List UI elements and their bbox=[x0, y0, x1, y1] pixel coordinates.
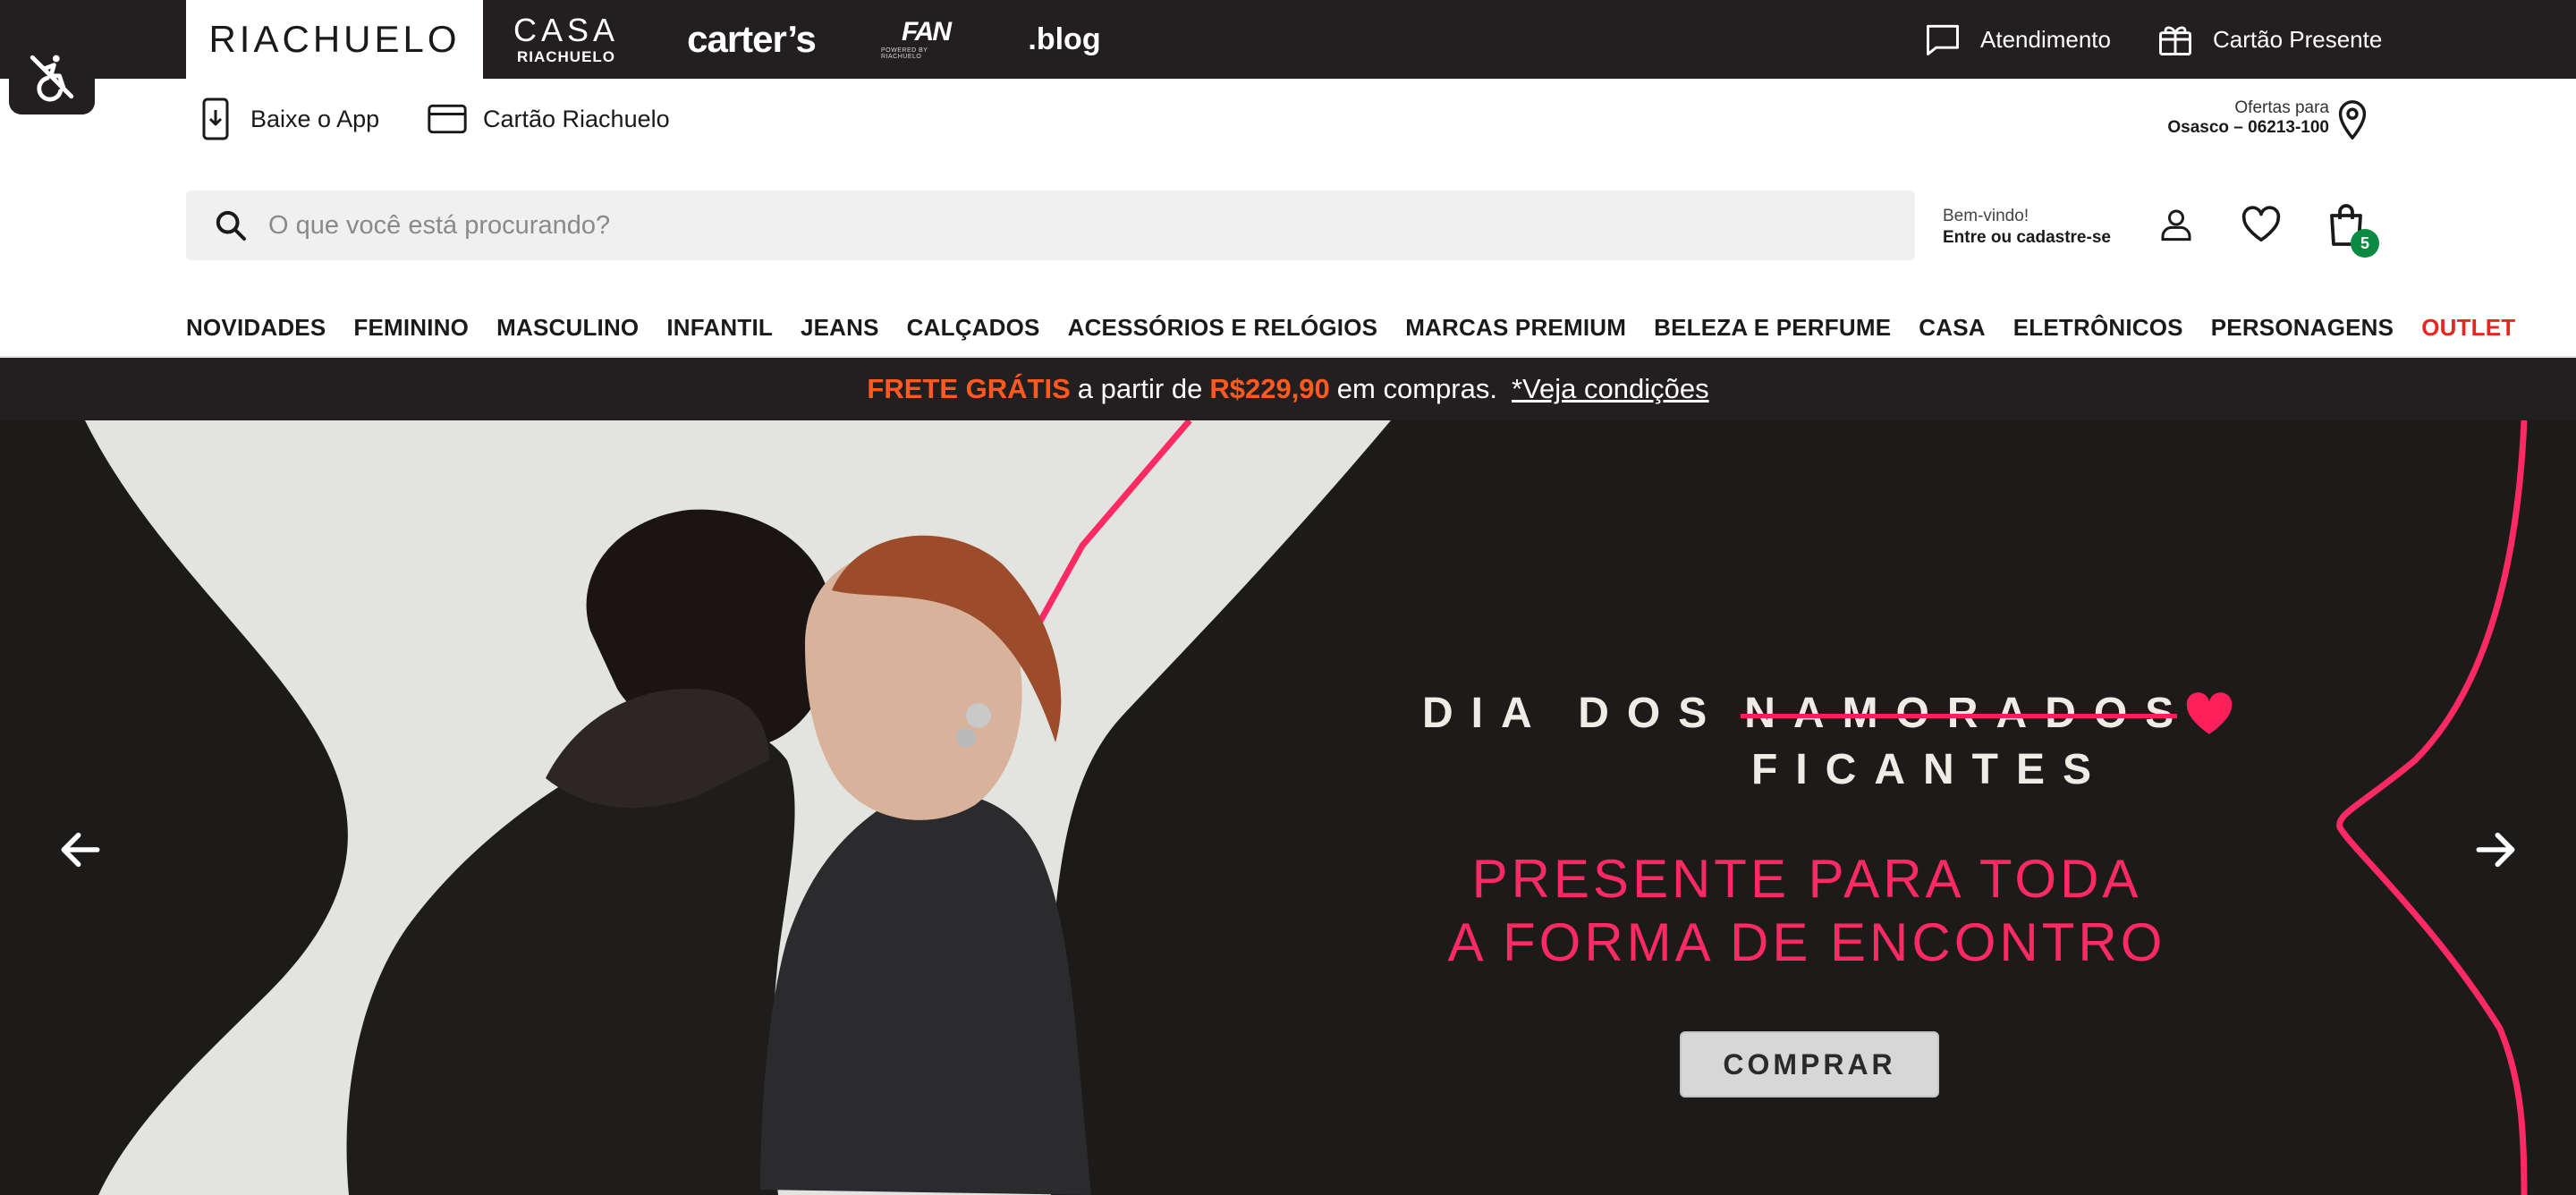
subheadline-line-2: A FORMA DE ENCONTRO bbox=[1447, 911, 2166, 972]
hero-carousel[interactable]: DIA DOS NAMORADOS FICANTES PRESENTE PARA… bbox=[0, 420, 2576, 1195]
brand-tab-blog[interactable]: .blog bbox=[1024, 0, 1105, 79]
free-shipping-from: a partir de bbox=[1077, 373, 1203, 404]
category-nav: NOVIDADES FEMININO MASCULINO INFANTIL JE… bbox=[186, 309, 2515, 345]
carousel-prev-arrow-icon[interactable] bbox=[55, 825, 106, 879]
brand-casa-label: CASA bbox=[513, 12, 620, 48]
brand-tab-fan[interactable]: FAN POWERED BY RIACHUELO bbox=[881, 0, 970, 79]
subheadline-line-1: PRESENTE PARA TODA bbox=[1471, 849, 2142, 909]
nav-item-outlet[interactable]: OUTLET bbox=[2421, 314, 2515, 342]
free-shipping-label: FRETE GRÁTIS bbox=[867, 373, 1071, 404]
hero-artwork bbox=[85, 420, 2528, 1195]
headline-dia-dos: DIA DOS bbox=[1422, 690, 1725, 737]
nav-item-masculino[interactable]: MASCULINO bbox=[496, 314, 639, 342]
credit-card-icon bbox=[428, 104, 467, 134]
nav-item-calcados[interactable]: CALÇADOS bbox=[907, 314, 1040, 342]
heart-icon bbox=[2186, 691, 2233, 734]
search-bar bbox=[186, 191, 1915, 260]
download-app-label: Baixe o App bbox=[250, 105, 380, 132]
bag-count-badge: 5 bbox=[2351, 229, 2379, 258]
brand-casa-sub-label: RIACHUELO bbox=[516, 48, 616, 65]
headline-struck-word: NAMORADOS bbox=[1741, 690, 2192, 737]
brand-tab-carters[interactable]: carter’s bbox=[680, 0, 823, 79]
offers-location: Osasco – 06213-100 bbox=[2167, 117, 2329, 137]
phone-download-icon bbox=[202, 97, 229, 140]
brand-blog-label: .blog bbox=[1028, 21, 1101, 56]
brand-carters-label: carter’s bbox=[687, 18, 817, 60]
nav-item-infantil[interactable]: INFANTIL bbox=[666, 314, 773, 342]
free-shipping-suffix: em compras. bbox=[1336, 373, 1497, 404]
search-icon[interactable] bbox=[213, 208, 249, 243]
login-label: Entre ou cadastre-se bbox=[1943, 227, 2111, 247]
free-shipping-banner: FRETE GRÁTIS a partir de R$229,90 em com… bbox=[0, 358, 2576, 420]
chat-icon bbox=[1927, 24, 1959, 55]
nav-item-personagens[interactable]: PERSONAGENS bbox=[2211, 314, 2394, 342]
nav-item-feminino[interactable]: FEMININO bbox=[353, 314, 469, 342]
gift-card-label: Cartão Presente bbox=[2213, 25, 2383, 53]
brand-fan-label: FAN bbox=[902, 17, 952, 47]
brand-bar: RIACHUELO CASA RIACHUELO carter’s FAN PO… bbox=[0, 0, 2576, 79]
user-icon[interactable] bbox=[2156, 204, 2197, 245]
accessibility-button[interactable] bbox=[9, 39, 95, 114]
nav-item-eletronicos[interactable]: ELETRÔNICOS bbox=[2013, 314, 2183, 342]
headline-ficantes: FICANTES bbox=[1751, 746, 2109, 793]
nav-item-acessorios[interactable]: ACESSÓRIOS E RELÓGIOS bbox=[1068, 314, 1378, 342]
location-selector[interactable]: Ofertas para Osasco – 06213-100 bbox=[2167, 98, 2329, 138]
offers-label: Ofertas para bbox=[2234, 98, 2329, 117]
wishlist-heart-icon[interactable] bbox=[2240, 204, 2283, 245]
brand-riachuelo-label: RIACHUELO bbox=[208, 18, 461, 60]
download-app-link[interactable]: Baixe o App bbox=[199, 97, 379, 141]
accessibility-icon bbox=[30, 55, 74, 102]
conditions-link[interactable]: *Veja condições bbox=[1512, 373, 1709, 405]
carousel-next-arrow-icon[interactable] bbox=[2470, 825, 2521, 879]
welcome-label: Bem-vindo! bbox=[1943, 207, 2029, 225]
riachuelo-card-label: Cartão Riachuelo bbox=[483, 105, 670, 132]
nav-item-novidades[interactable]: NOVIDADES bbox=[186, 314, 326, 342]
gift-icon bbox=[2159, 26, 2191, 55]
gift-card-link[interactable]: Cartão Presente bbox=[2156, 0, 2382, 79]
atendimento-link[interactable]: Atendimento bbox=[1923, 0, 2111, 79]
nav-item-jeans[interactable]: JEANS bbox=[801, 314, 879, 342]
nav-item-beleza[interactable]: BELEZA E PERFUME bbox=[1654, 314, 1891, 342]
brand-tab-riachuelo[interactable]: RIACHUELO bbox=[186, 0, 483, 79]
nav-item-marcas-premium[interactable]: MARCAS PREMIUM bbox=[1405, 314, 1626, 342]
account-login-link[interactable]: Bem-vindo! Entre ou cadastre-se bbox=[1943, 206, 2111, 249]
brand-fan-sub-label: POWERED BY RIACHUELO bbox=[881, 47, 928, 60]
hero-headline: DIA DOS NAMORADOS FICANTES bbox=[1422, 689, 2317, 794]
search-input[interactable] bbox=[268, 210, 1789, 241]
location-pin-icon[interactable] bbox=[2336, 98, 2368, 144]
riachuelo-card-link[interactable]: Cartão Riachuelo bbox=[428, 97, 670, 141]
nav-item-casa[interactable]: CASA bbox=[1919, 314, 1985, 342]
hero-subheadline: PRESENTE PARA TODA A FORMA DE ENCONTRO bbox=[1395, 848, 2218, 975]
free-shipping-value: R$229,90 bbox=[1209, 373, 1330, 404]
comprar-button[interactable]: COMPRAR bbox=[1680, 1031, 1939, 1098]
atendimento-label: Atendimento bbox=[1980, 25, 2111, 53]
brand-tab-casa-riachuelo[interactable]: CASA RIACHUELO bbox=[501, 0, 631, 79]
